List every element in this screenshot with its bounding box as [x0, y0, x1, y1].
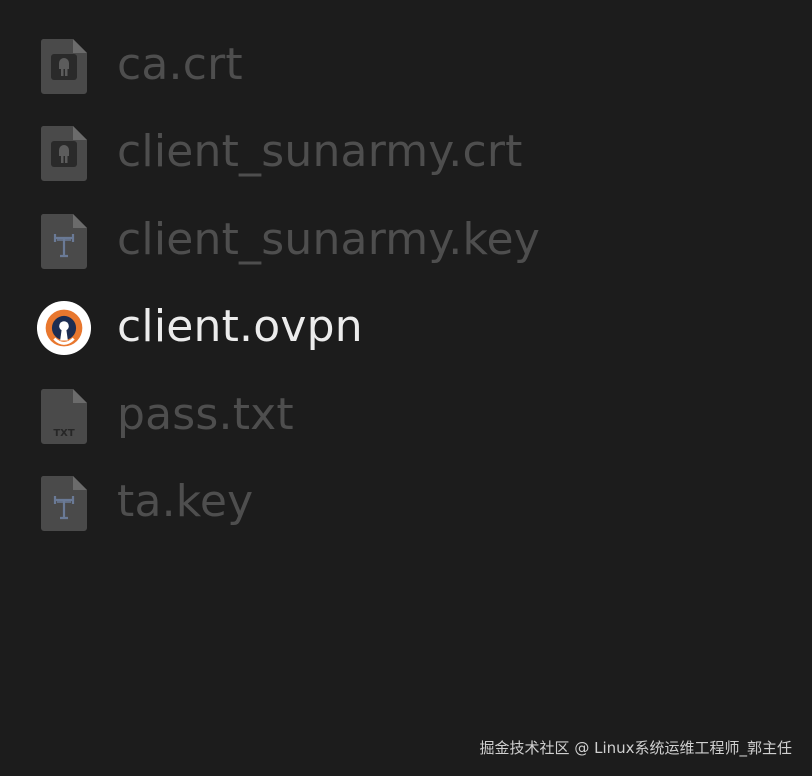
certificate-icon: [36, 123, 92, 183]
file-name: ta.key: [117, 476, 254, 528]
file-list: ca.crt client_sunarmy.crt client_sunarmy…: [0, 22, 812, 547]
file-name: client.ovpn: [117, 301, 363, 353]
key-file-icon: [36, 211, 92, 271]
key-file-icon: [36, 473, 92, 533]
file-name: ca.crt: [117, 38, 243, 90]
watermark: 掘金技术社区 @ Linux系统运维工程师_郭主任: [479, 739, 792, 757]
file-name: client_sunarmy.key: [117, 213, 541, 265]
text-file-icon-label: TXT: [53, 428, 75, 439]
file-name: pass.txt: [117, 388, 294, 440]
text-file-icon: TXT: [36, 386, 92, 446]
openvpn-icon: [36, 298, 92, 358]
file-item-client-sunarmy-crt[interactable]: client_sunarmy.crt: [0, 110, 812, 198]
file-item-client-ovpn[interactable]: client.ovpn: [0, 285, 812, 373]
file-item-ta-key[interactable]: ta.key: [0, 460, 812, 548]
file-item-client-sunarmy-key[interactable]: client_sunarmy.key: [0, 197, 812, 285]
file-name: client_sunarmy.crt: [117, 126, 523, 178]
file-item-ca-crt[interactable]: ca.crt: [0, 22, 812, 110]
file-item-pass-txt[interactable]: TXT pass.txt: [0, 372, 812, 460]
certificate-icon: [36, 36, 92, 96]
